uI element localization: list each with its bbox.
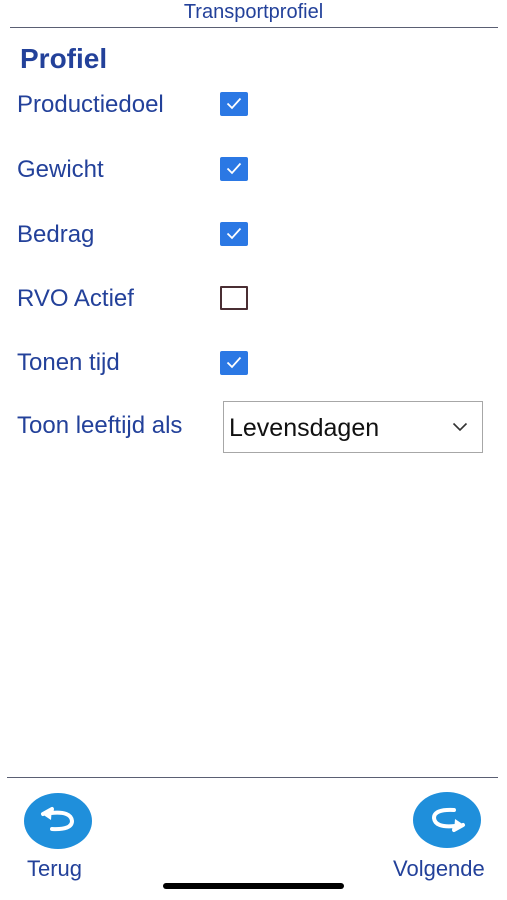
transport-profile-screen: Transportprofiel Profiel Productiedoel G… [0, 0, 507, 900]
next-button[interactable] [413, 792, 481, 848]
next-label[interactable]: Volgende [393, 856, 485, 882]
header-divider [10, 27, 498, 28]
rvo-actief-label: RVO Actief [17, 285, 134, 312]
bedrag-label: Bedrag [17, 221, 95, 248]
page-title: Transportprofiel [183, 1, 324, 23]
chevron-down-icon [452, 422, 468, 432]
home-indicator[interactable] [163, 883, 344, 889]
tonen-tijd-label: Tonen tijd [17, 349, 120, 376]
check-icon [226, 162, 242, 175]
productiedoel-checkbox[interactable] [220, 92, 248, 116]
footer-divider [7, 777, 498, 778]
age-display-selected-value: Levensdagen [229, 414, 380, 442]
rvo-actief-checkbox[interactable] [220, 286, 248, 310]
productiedoel-label: Productiedoel [17, 91, 164, 118]
check-icon [226, 356, 242, 369]
age-display-select[interactable]: Levensdagen [223, 401, 483, 453]
age-display-label: Toon leeftijd als [17, 412, 183, 439]
check-icon [226, 227, 242, 240]
gewicht-checkbox[interactable] [220, 157, 248, 181]
back-button[interactable] [24, 793, 92, 849]
back-label[interactable]: Terug [27, 856, 82, 882]
section-title: Profiel [20, 43, 108, 74]
tonen-tijd-checkbox[interactable] [220, 351, 248, 375]
arrow-forward-icon [432, 807, 465, 832]
arrow-back-icon [41, 807, 74, 832]
bedrag-checkbox[interactable] [220, 222, 248, 246]
gewicht-label: Gewicht [17, 156, 104, 183]
check-icon [226, 97, 242, 110]
top-bar: Transportprofiel [0, 0, 507, 28]
